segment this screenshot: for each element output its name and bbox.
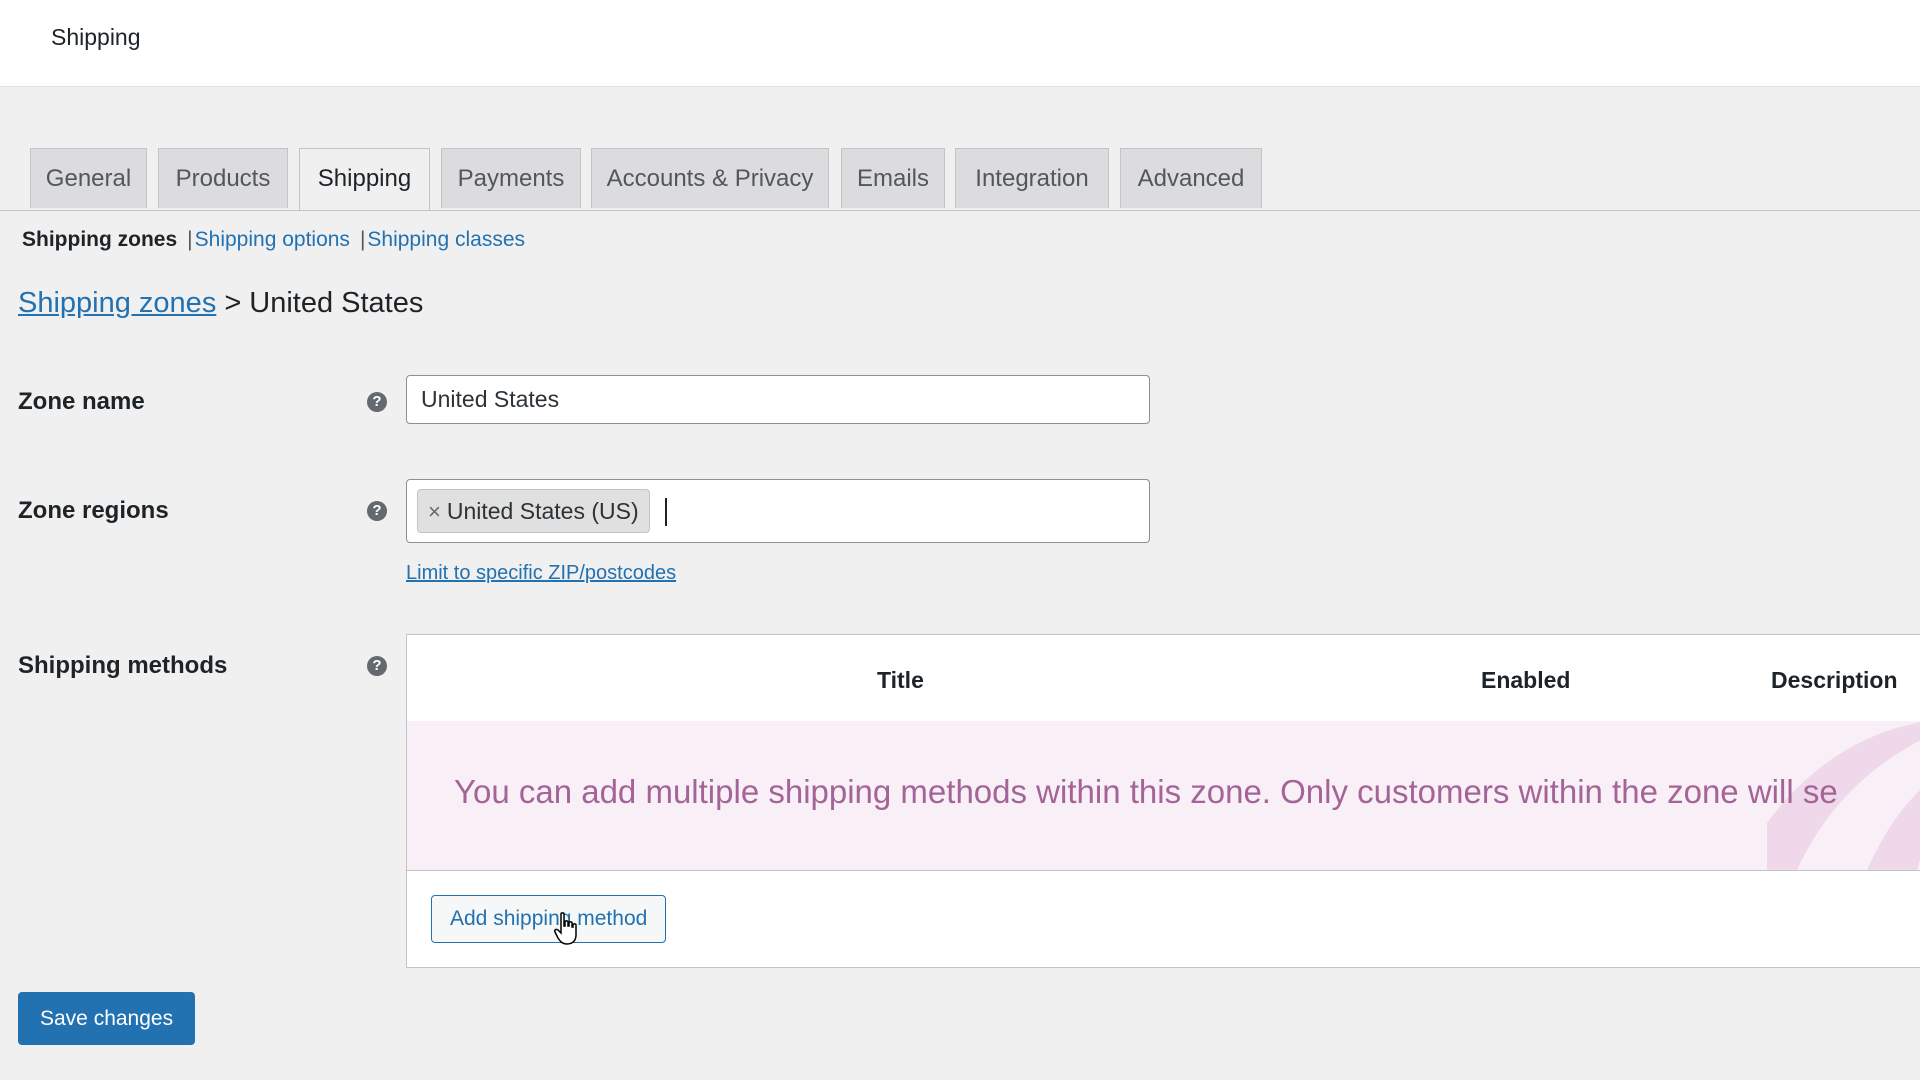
subnav-separator: |	[359, 228, 366, 251]
column-description: Description	[1771, 667, 1898, 693]
shipping-subnav: Shipping zones |Shipping options |Shipping…	[22, 228, 525, 252]
zone-name-field[interactable]: United States	[406, 375, 1150, 424]
zone-regions-label: Zone regions	[18, 497, 169, 524]
help-icon[interactable]: ?	[367, 392, 387, 412]
page-title: Shipping	[51, 24, 141, 50]
remove-chip-icon[interactable]: ×	[428, 499, 441, 524]
region-chip: × United States (US)	[417, 489, 650, 533]
tab-integration[interactable]: Integration	[955, 148, 1109, 208]
page-header: Shipping	[0, 0, 1920, 87]
help-icon[interactable]: ?	[367, 656, 387, 676]
empty-methods-message: You can add multiple shipping methods wi…	[454, 773, 1838, 810]
tab-emails[interactable]: Emails	[841, 148, 945, 208]
shipping-methods-table: Title Enabled Description You can add mu…	[406, 634, 1920, 968]
subnav-shipping-zones: Shipping zones	[22, 228, 178, 251]
subnav-shipping-classes[interactable]: Shipping classes	[367, 228, 525, 251]
empty-methods-notice: You can add multiple shipping methods wi…	[407, 721, 1920, 871]
tab-shipping[interactable]: Shipping	[299, 148, 430, 210]
zone-name-label: Zone name	[18, 388, 145, 415]
column-enabled: Enabled	[1481, 667, 1571, 693]
table-header: Title Enabled Description	[407, 635, 1920, 722]
subnav-shipping-options[interactable]: Shipping options	[195, 228, 350, 251]
tab-payments[interactable]: Payments	[441, 148, 581, 208]
breadcrumb: Shipping zones > United States	[18, 287, 423, 320]
hand-pointer-cursor	[554, 912, 577, 945]
zone-regions-field[interactable]: × United States (US)	[406, 479, 1150, 543]
add-shipping-method-button[interactable]: Add shipping method	[431, 895, 667, 943]
tab-general[interactable]: General	[30, 148, 147, 208]
tab-accounts-privacy[interactable]: Accounts & Privacy	[591, 148, 829, 208]
breadcrumb-current: United States	[249, 287, 424, 319]
text-caret	[665, 498, 667, 526]
breadcrumb-separator: >	[224, 287, 242, 319]
settings-tabs: General Products Shipping Payments Accou…	[0, 148, 1920, 211]
tab-advanced[interactable]: Advanced	[1120, 148, 1262, 208]
help-icon[interactable]: ?	[367, 501, 387, 521]
subnav-separator: |	[187, 228, 193, 251]
breadcrumb-shipping-zones-link[interactable]: Shipping zones	[18, 287, 216, 319]
limit-zip-link[interactable]: Limit to specific ZIP/postcodes	[406, 562, 676, 585]
column-title: Title	[877, 667, 924, 693]
region-chip-label: United States (US)	[446, 498, 639, 524]
save-changes-button[interactable]: Save changes	[18, 992, 196, 1045]
shipping-methods-label: Shipping methods	[18, 652, 228, 679]
tab-products[interactable]: Products	[158, 148, 288, 208]
